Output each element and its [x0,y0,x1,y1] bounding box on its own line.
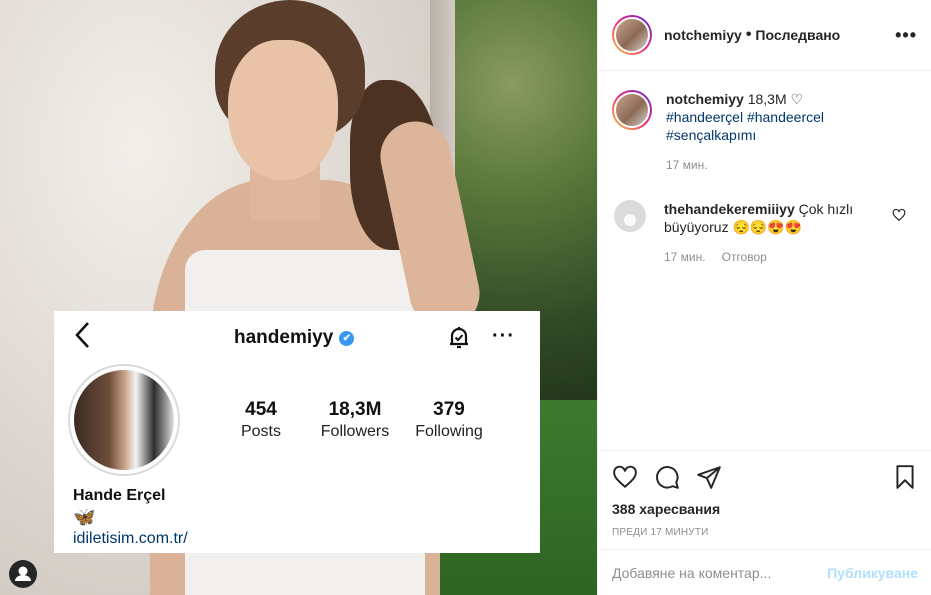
tagged-users-icon[interactable] [9,560,37,588]
verified-badge-icon: ✔ [339,330,355,346]
caption-body: notchemiyy 18,3M ♡ #handeerçel #handeerc… [666,90,906,174]
stat-value: 454 [245,399,277,420]
post-image[interactable]: handemiyy ✔ ··· 454 Posts 18,3M Follower… [0,0,597,595]
likes-count[interactable]: 388 харесвания [612,501,918,517]
profile-username: handemiyy ✔ [234,327,355,349]
stat-label: Following [415,423,483,440]
comment-body: thehandekeremiiiyy Çok hızlı büyüyoruz 😔… [664,200,884,266]
more-horizontal-icon: ··· [492,325,515,347]
profile-avatar [68,364,180,476]
caption-avatar[interactable] [612,90,652,130]
profile-full-name: Hande Erçel [73,487,166,504]
post-header: notchemiyy • Последвано ••• [598,0,931,71]
following-button[interactable]: Последвано [755,27,840,43]
caption-username[interactable]: notchemiyy [666,91,744,107]
stat-posts: 454 Posts [214,399,308,441]
profile-card-screenshot: handemiyy ✔ ··· 454 Posts 18,3M Follower… [54,311,540,553]
profile-link: idiletisim.com.tr/ [73,530,188,547]
person-face [228,40,338,180]
butterfly-icon: 🦋 [73,507,96,527]
author-username[interactable]: notchemiyy [664,27,742,43]
stat-following: 379 Following [402,399,496,441]
post-actions: 388 харесвания преди 17 минути [598,450,931,538]
like-heart-icon[interactable] [612,464,638,490]
post-timestamp[interactable]: преди 17 минути [612,527,918,538]
stat-followers: 18,3M Followers [308,399,402,441]
commenter-username[interactable]: thehandekeremiiiyy [664,201,795,217]
comment-input[interactable] [612,564,828,581]
post-details-panel: notchemiyy • Последвано ••• notchemiyy 1… [597,0,931,595]
action-icons [612,461,918,493]
stat-label: Followers [320,423,390,440]
post-comment-button[interactable]: Публикуване [827,565,918,581]
save-bookmark-icon[interactable] [892,464,918,490]
post-caption: notchemiyy 18,3M ♡ #handeerçel #handeerc… [612,90,918,174]
profile-stats: 454 Posts 18,3M Followers 379 Following [214,399,496,441]
comment-time[interactable]: 17 мин. [664,248,706,266]
comment-bubble-icon[interactable] [654,464,680,490]
hashtag-link[interactable]: #handeerçel #handeercel [666,108,906,126]
stat-label: Posts [240,423,281,440]
profile-username-text: handemiyy [234,327,334,348]
separator-dot: • [745,26,752,43]
notification-bell-icon [446,325,472,351]
hashtag-link[interactable]: #sençalkapımı [666,126,906,144]
comment-item: thehandekeremiiiyy Çok hızlı büyüyoruz 😔… [612,200,918,266]
comment-like-heart-icon[interactable] [892,208,906,222]
more-options-icon[interactable]: ••• [895,25,917,46]
commenter-avatar[interactable] [614,200,646,232]
share-send-icon[interactable] [696,464,722,490]
caption-time[interactable]: 17 мин. [666,156,906,174]
add-comment-bar: Публикуване [598,549,931,595]
chevron-left-icon [74,321,90,355]
reply-button[interactable]: Отговор [722,248,767,266]
stat-value: 379 [433,399,465,420]
comment-meta: 17 мин. Отговор [664,248,884,266]
author-avatar[interactable] [612,15,652,55]
stat-value: 18,3M [328,399,382,420]
caption-text: 18,3M ♡ [747,91,804,107]
